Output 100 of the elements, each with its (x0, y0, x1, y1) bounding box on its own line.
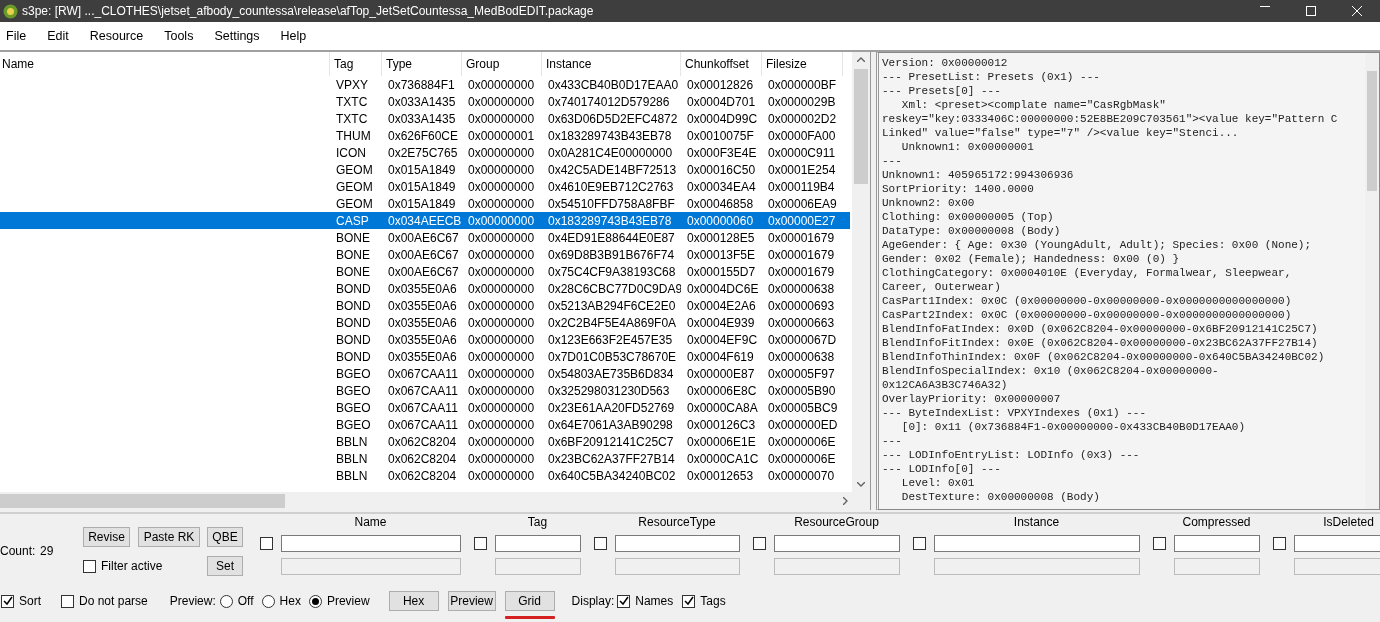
table-row[interactable]: BGEO 0x067CAA11 0x00000000 0x23E61AA20FD52769 0x0000CA8A 0x00005BC9 (0, 399, 850, 416)
checkbox[interactable] (1, 594, 14, 608)
column-header[interactable]: Type (382, 52, 462, 76)
checkbox[interactable] (682, 594, 696, 608)
table-cell-text: BGEO (335, 383, 372, 398)
set-button[interactable]: Set (207, 556, 243, 576)
filter-field[interactable] (1174, 557, 1260, 575)
column-header[interactable]: Name (0, 52, 330, 76)
menu-item[interactable]: Resource (83, 29, 153, 43)
table-row[interactable]: THUM 0x626F60CE 0x00000001 0x183289743B43EB78 0x0010075F 0x0000FA00 (0, 127, 850, 144)
menu-item[interactable]: Edit (41, 29, 78, 43)
view-button[interactable]: Preview (447, 591, 496, 611)
column-header[interactable]: Instance (542, 52, 681, 76)
filter-field[interactable] (615, 557, 740, 575)
table-row[interactable]: BGEO 0x067CAA11 0x00000000 0x54803AE735B6D834 0x00000E87 0x00005F97 (0, 365, 850, 382)
filter-field[interactable] (615, 534, 740, 552)
table-row[interactable]: BGEO 0x067CAA11 0x00000000 0x325298031230D563 0x00006E8C 0x00005B90 (0, 382, 850, 399)
filter-field[interactable] (1294, 557, 1380, 575)
table-row[interactable]: CASP 0x034AEECB 0x00000000 0x183289743B43EB78 0x00000060 0x00000E27 (0, 212, 850, 229)
filter-label: Instance (1012, 514, 1061, 531)
toolbar-button[interactable]: Revise (83, 527, 130, 547)
radio-button[interactable] (261, 594, 275, 608)
table-row[interactable]: VPXY 0x736884F1 0x00000000 0x433CB40B0D17EAA0 0x00012826 0x000000BF (0, 76, 850, 93)
vertical-scrollbar[interactable] (852, 52, 870, 492)
table-row[interactable]: BBLN 0x062C8204 0x00000000 0x6BF20912141C25C7 0x00006E1E 0x0000006E (0, 433, 850, 450)
column-header[interactable]: Filesize (762, 52, 843, 76)
filter-checkbox[interactable] (1273, 536, 1286, 550)
column-header[interactable]: Group (462, 52, 542, 76)
table-cell-text: 0x00000638 (767, 349, 836, 364)
table-row[interactable]: TXTC 0x033A1435 0x00000000 0x740174012D579286 0x0004D701 0x0000029B (0, 93, 850, 110)
filter-field[interactable] (1294, 534, 1380, 552)
table-row[interactable]: BOND 0x0355E0A6 0x00000000 0x28C6CBC77D0C9DA9 0x0004DC6E 0x00000638 (0, 280, 850, 297)
scroll-down-icon[interactable] (857, 482, 865, 487)
window-title: s3pe: [RW] ..._CLOTHES\jetset_afbody_countessa\release\afTop_JetSetCountessa_MedBodEDIT.package (22, 4, 594, 18)
preview-line: --- (882, 434, 903, 448)
column-header[interactable]: Chunkoffset (681, 52, 762, 76)
table-cell-text: 0x0004F619 (686, 349, 755, 364)
filter-checkbox[interactable] (753, 536, 766, 550)
radio-button[interactable] (219, 594, 233, 608)
menu-item[interactable]: File (0, 29, 36, 43)
table-row[interactable]: BONE 0x00AE6C67 0x00000000 0x69D8B3B91B676F74 0x00013F5E 0x00001679 (0, 246, 850, 263)
table-row[interactable]: BONE 0x00AE6C67 0x00000000 0x4ED91E88644E0E87 0x000128E5 0x00001679 (0, 229, 850, 246)
filter-field[interactable] (495, 534, 581, 552)
table-cell-text: 0x000000ED (767, 417, 839, 432)
scroll-up-icon[interactable] (857, 57, 865, 62)
filter-checkbox[interactable] (474, 536, 487, 550)
checkbox[interactable] (83, 559, 96, 573)
toolbar-button[interactable]: QBE (207, 527, 243, 547)
table-cell-text: 0x0355E0A6 (387, 298, 458, 313)
checkbox[interactable] (61, 594, 74, 608)
filter-field[interactable] (774, 557, 900, 575)
app-icon (3, 3, 18, 19)
close-icon[interactable] (1352, 6, 1362, 16)
table-row[interactable]: BBLN 0x062C8204 0x00000000 0x640C5BA34240BC02 0x00012653 0x00000070 (0, 467, 850, 484)
table-row[interactable]: BOND 0x0355E0A6 0x00000000 0x7D01C0B53C78670E 0x0004F619 0x00000638 (0, 348, 850, 365)
table-cell-text: 0x00034EA4 (686, 179, 757, 194)
table-row[interactable]: BOND 0x0355E0A6 0x00000000 0x2C2B4F5E4A869F0A 0x0004E939 0x00000663 (0, 314, 850, 331)
filter-field[interactable] (495, 557, 581, 575)
table-row[interactable]: GEOM 0x015A1849 0x00000000 0x42C5ADE14BF72513 0x00016C50 0x0001E254 (0, 161, 850, 178)
table-row[interactable]: BBLN 0x062C8204 0x00000000 0x23BC62A37FF27B14 0x0000CA1C 0x0000006E (0, 450, 850, 467)
scroll-thumb[interactable] (854, 69, 868, 184)
vertical-scrollbar[interactable] (1365, 53, 1379, 509)
table-row[interactable]: TXTC 0x033A1435 0x00000000 0x63D06D5D2EFC4872 0x0004D99C 0x000002D2 (0, 110, 850, 127)
view-button[interactable]: Hex (388, 591, 439, 611)
table-row[interactable]: BOND 0x0355E0A6 0x00000000 0x5213AB294F6CE2E0 0x0004E2A6 0x00000693 (0, 297, 850, 314)
filter-field[interactable] (774, 534, 900, 552)
filter-field[interactable] (1174, 534, 1260, 552)
table-row[interactable]: BGEO 0x067CAA11 0x00000000 0x64E7061A3AB90298 0x000126C3 0x000000ED (0, 416, 850, 433)
maximize-icon[interactable] (1306, 6, 1316, 16)
table-row[interactable]: GEOM 0x015A1849 0x00000000 0x4610E9EB712C2763 0x00034EA4 0x000119B4 (0, 178, 850, 195)
filter-field[interactable] (934, 557, 1140, 575)
filter-field[interactable] (281, 557, 461, 575)
preview-line: Version: 0x00000012 (882, 56, 1009, 70)
menu-item[interactable]: Tools (158, 29, 203, 43)
checkbox-label: Names (635, 594, 674, 608)
preview-line: Level: 0x01 (900, 476, 976, 490)
filter-field[interactable] (281, 534, 461, 552)
filter-checkbox[interactable] (1153, 536, 1166, 550)
filter-checkbox[interactable] (913, 536, 926, 550)
horizontal-scrollbar[interactable] (0, 492, 870, 510)
filter-field[interactable] (934, 534, 1140, 552)
column-header[interactable]: Tag (330, 52, 382, 76)
table-row[interactable]: GEOM 0x015A1849 0x00000000 0x54510FFD758A8FBF 0x00046858 0x00006EA9 (0, 195, 850, 212)
table-row[interactable]: BOND 0x0355E0A6 0x00000000 0x123E663F2E457E35 0x0004EF9C 0x0000067D (0, 331, 850, 348)
view-button[interactable]: Grid (504, 591, 555, 611)
scroll-thumb[interactable] (1367, 71, 1377, 191)
menu-item[interactable]: Help (274, 29, 316, 43)
table-cell-text: 0x0355E0A6 (387, 315, 458, 330)
table-row[interactable]: BONE 0x00AE6C67 0x00000000 0x75C4CF9A38193C68 0x000155D7 0x00001679 (0, 263, 850, 280)
filter-checkbox[interactable] (594, 536, 607, 550)
table-cell-text: 0x062C8204 (387, 451, 458, 466)
checkbox[interactable] (617, 594, 631, 608)
table-cell-text: 0x067CAA11 (387, 383, 459, 398)
menu-item[interactable]: Settings (208, 29, 269, 43)
radio-button[interactable] (308, 594, 322, 608)
toolbar-button[interactable]: Paste RK (138, 527, 200, 547)
scroll-thumb[interactable] (0, 494, 285, 508)
scroll-right-icon[interactable] (843, 497, 848, 505)
filter-checkbox[interactable] (260, 536, 273, 550)
table-row[interactable]: ICON 0x2E75C765 0x00000000 0x0A281C4E00000000 0x000F3E4E 0x0000C911 (0, 144, 850, 161)
